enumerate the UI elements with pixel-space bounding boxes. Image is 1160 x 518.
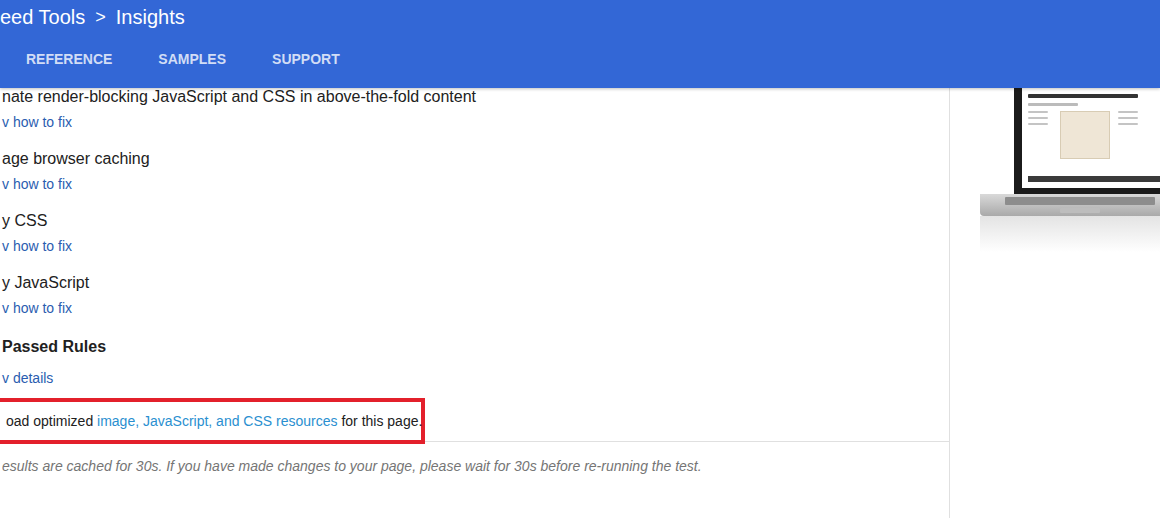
rule-title: y JavaScript (2, 274, 949, 292)
laptop-screen (1014, 88, 1160, 194)
fix-link[interactable]: v how to fix (2, 174, 949, 194)
page-preview (1022, 88, 1160, 188)
results-panel: nate render-blocking JavaScript and CSS … (0, 88, 950, 518)
nav-tab[interactable]: SAMPLES (158, 51, 226, 67)
fix-link[interactable]: v how to fix (2, 298, 949, 318)
cache-note: esults are cached for 30s. If you have m… (2, 456, 949, 476)
details-link[interactable]: v details (2, 368, 949, 388)
rule-item: y CSS v how to fix (2, 212, 949, 256)
laptop-base-icon (980, 194, 1160, 216)
rule-item: age browser caching v how to fix (2, 150, 949, 194)
tab-bar: REFERENCE SAMPLES SUPPORT (0, 34, 1160, 88)
passed-title: Passed Rules (2, 337, 949, 357)
fix-link[interactable]: v how to fix (2, 112, 949, 132)
preview-panel (950, 88, 1160, 518)
breadcrumb: eed Tools > Insights (0, 0, 1160, 34)
passed-text: for this page. (338, 413, 423, 429)
top-bar: eed Tools > Insights REFERENCE SAMPLES SUPPOR… (0, 0, 1160, 88)
passed-text: oad optimized (6, 413, 97, 429)
rule-title: nate render-blocking JavaScript and CSS … (2, 88, 949, 106)
rule-title: age browser caching (2, 150, 949, 168)
fix-link[interactable]: v how to fix (2, 236, 949, 256)
nav-tab[interactable]: SUPPORT (272, 51, 340, 67)
page: eed Tools > Insights REFERENCE SAMPLES SUPPOR… (0, 0, 1160, 518)
laptop-preview (980, 88, 1160, 252)
highlight-box: oad optimized image, JavaScript, and CSS… (0, 398, 425, 444)
rule-title: y CSS (2, 212, 949, 230)
chevron-icon: > (95, 7, 106, 28)
nav-tab[interactable]: REFERENCE (26, 51, 112, 67)
rule-item: y JavaScript v how to fix (2, 274, 949, 318)
resources-link[interactable]: image, JavaScript, and CSS resources (97, 413, 337, 429)
preview-image-icon (1060, 111, 1110, 159)
content: nate render-blocking JavaScript and CSS … (0, 88, 1160, 518)
page-crumb[interactable]: Insights (116, 6, 185, 29)
rule-item: nate render-blocking JavaScript and CSS … (2, 88, 949, 132)
product-crumb[interactable]: eed Tools (0, 6, 85, 29)
